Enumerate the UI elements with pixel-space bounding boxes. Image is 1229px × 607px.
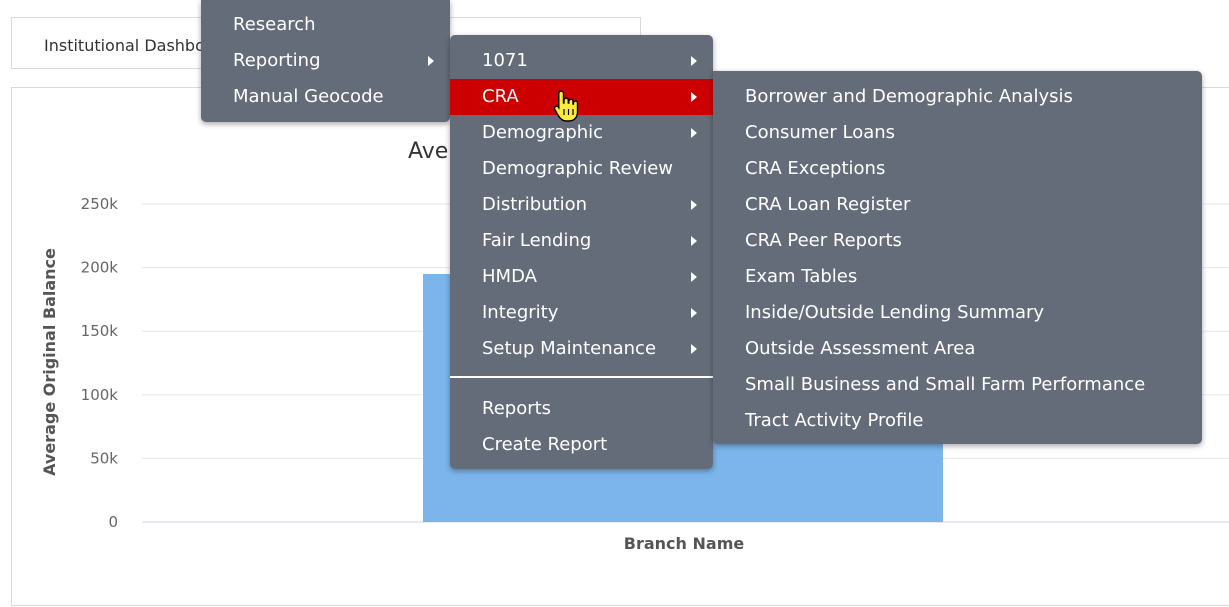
menu-item-label: Tract Activity Profile [745,410,924,431]
caret-right-icon [691,128,697,138]
menu-item-distribution[interactable]: Distribution [450,187,713,223]
menu-item-label: Small Business and Small Farm Performanc… [745,374,1146,395]
menu-item-cra-exceptions[interactable]: CRA Exceptions [713,151,1202,187]
caret-right-icon [691,56,697,66]
menu-item-demographic-review[interactable]: Demographic Review [450,151,713,187]
menu-item-label: Demographic Review [482,158,674,179]
caret-right-icon [691,272,697,282]
menu-item-label: Inside/Outside Lending Summary [745,302,1045,323]
menu-item-borrower-and-demographic-analysis[interactable]: Borrower and Demographic Analysis [713,79,1202,115]
menu-item-label: Create Report [482,434,608,455]
menu-item-label: Research [233,14,316,35]
chart-title: Ave [408,139,448,164]
caret-right-icon [691,200,697,210]
menu-item-setup-maintenance[interactable]: Setup Maintenance [450,331,713,367]
menu-item-reporting[interactable]: Reporting [201,43,450,79]
caret-right-icon [691,236,697,246]
menu-item-cra-loan-register[interactable]: CRA Loan Register [713,187,1202,223]
menu-item-inside-outside-lending-summary[interactable]: Inside/Outside Lending Summary [713,295,1202,331]
y-tick-label: 50k [90,449,118,467]
caret-right-icon [428,56,434,66]
x-axis-title: Branch Name [624,534,745,553]
y-tick-label: 150k [81,322,119,340]
menu-item-label: HMDA [482,266,537,287]
menu-item-label: 1071 [482,50,528,71]
y-tick-label: 250k [81,195,119,213]
menu-item-outside-assessment-area[interactable]: Outside Assessment Area [713,331,1202,367]
menu-item-reports[interactable]: Reports [450,391,713,427]
menu-item-fair-lending[interactable]: Fair Lending [450,223,713,259]
menu-item-label: Outside Assessment Area [745,338,976,359]
menu-item-label: Consumer Loans [745,122,896,143]
caret-right-icon [691,344,697,354]
menu-item-small-business-and-small-farm-performance[interactable]: Small Business and Small Farm Performanc… [713,367,1202,403]
menu-item-create-report[interactable]: Create Report [450,427,713,463]
caret-right-icon [691,92,697,102]
menu-divider [450,376,713,378]
y-tick-label: 100k [81,386,119,404]
y-axis-title: Average Original Balance [40,248,59,476]
menu-item-label: Borrower and Demographic Analysis [745,86,1073,107]
y-tick-label: 0 [108,513,118,531]
menu-item-label: Exam Tables [745,266,858,287]
menu-item-label: Reports [482,398,552,419]
menu-item-exam-tables[interactable]: Exam Tables [713,259,1202,295]
menu-item-consumer-loans[interactable]: Consumer Loans [713,115,1202,151]
menu-item-cra-peer-reports[interactable]: CRA Peer Reports [713,223,1202,259]
menu-item-tract-activity-profile[interactable]: Tract Activity Profile [713,403,1202,439]
menu-item-label: CRA Peer Reports [745,230,902,251]
menu-item-label: Reporting [233,50,321,71]
y-tick-label: 200k [81,259,119,277]
menu-item-label: Manual Geocode [233,86,384,107]
menu-item-label: Demographic [482,122,604,143]
menu-item-label: CRA [482,86,519,107]
menu-item-label: CRA Loan Register [745,194,911,215]
menu-item-research[interactable]: Research [201,7,450,43]
menu-item-label: CRA Exceptions [745,158,886,179]
menu-item-integrity[interactable]: Integrity [450,295,713,331]
menu-item-label: Integrity [482,302,559,323]
menu-item-hmda[interactable]: HMDA [450,259,713,295]
cra-submenu: Borrower and Demographic Analysis Consume… [713,71,1202,444]
menu-item-label: Setup Maintenance [482,338,657,359]
menu-item-manual-geocode[interactable]: Manual Geocode [201,79,450,115]
menu-item-label: Fair Lending [482,230,592,251]
hand-pointer-icon [553,90,579,122]
menu-item-1071[interactable]: 1071 [450,43,713,79]
menu-item-label: Distribution [482,194,588,215]
main-dropdown-menu: Research Reporting Manual Geocode [201,0,450,122]
caret-right-icon [691,308,697,318]
